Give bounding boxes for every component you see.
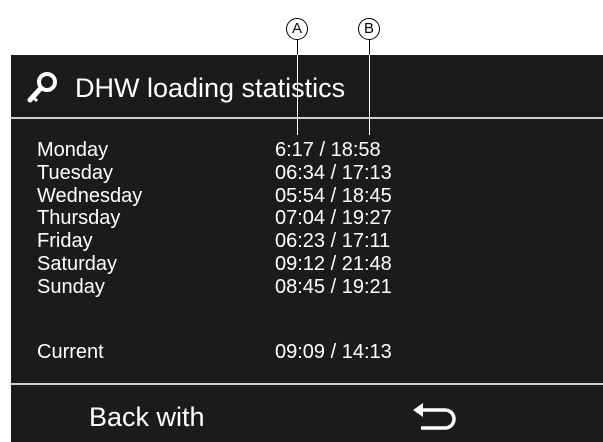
day-label: Wednesday bbox=[37, 184, 143, 207]
day-label: Saturday bbox=[37, 252, 118, 275]
callout-b-leader bbox=[369, 40, 370, 55]
time-value: 08:45 / 19:21 bbox=[275, 275, 392, 298]
callout-b: B bbox=[358, 18, 380, 40]
page-title: DHW loading statistics bbox=[75, 73, 346, 103]
display-screen: DHW loading statistics Monday Tuesday We… bbox=[11, 55, 603, 442]
time-value: 07:04 / 19:27 bbox=[275, 207, 392, 230]
time-value: 05:54 / 18:45 bbox=[275, 184, 392, 207]
current-value: 09:09 / 14:13 bbox=[275, 341, 392, 363]
callout-a-leader bbox=[297, 40, 298, 55]
day-label: Thursday bbox=[37, 207, 121, 230]
time-value: 06:23 / 17:11 bbox=[275, 230, 391, 253]
time-list: 6:17 / 18:58 06:34 / 17:13 05:54 / 18:45… bbox=[275, 139, 392, 299]
day-list: Monday Tuesday Wednesday Thursday Friday… bbox=[37, 139, 142, 299]
footer-bar: Back with bbox=[11, 383, 603, 442]
key-icon bbox=[27, 72, 57, 103]
time-value: 09:12 / 21:48 bbox=[275, 252, 392, 275]
day-label: Monday bbox=[37, 139, 109, 161]
day-label: Tuesday bbox=[37, 161, 113, 184]
day-label: Friday bbox=[37, 230, 93, 253]
current-label: Current bbox=[37, 341, 104, 363]
return-arrow-icon[interactable] bbox=[411, 401, 459, 431]
time-value: 06:34 / 17:13 bbox=[275, 161, 392, 184]
time-value: 6:17 / 18:58 bbox=[275, 139, 381, 161]
back-label: Back with bbox=[89, 402, 205, 432]
day-label: Sunday bbox=[37, 275, 105, 298]
callout-a: A bbox=[286, 18, 308, 40]
header-bar: DHW loading statistics bbox=[11, 55, 603, 119]
